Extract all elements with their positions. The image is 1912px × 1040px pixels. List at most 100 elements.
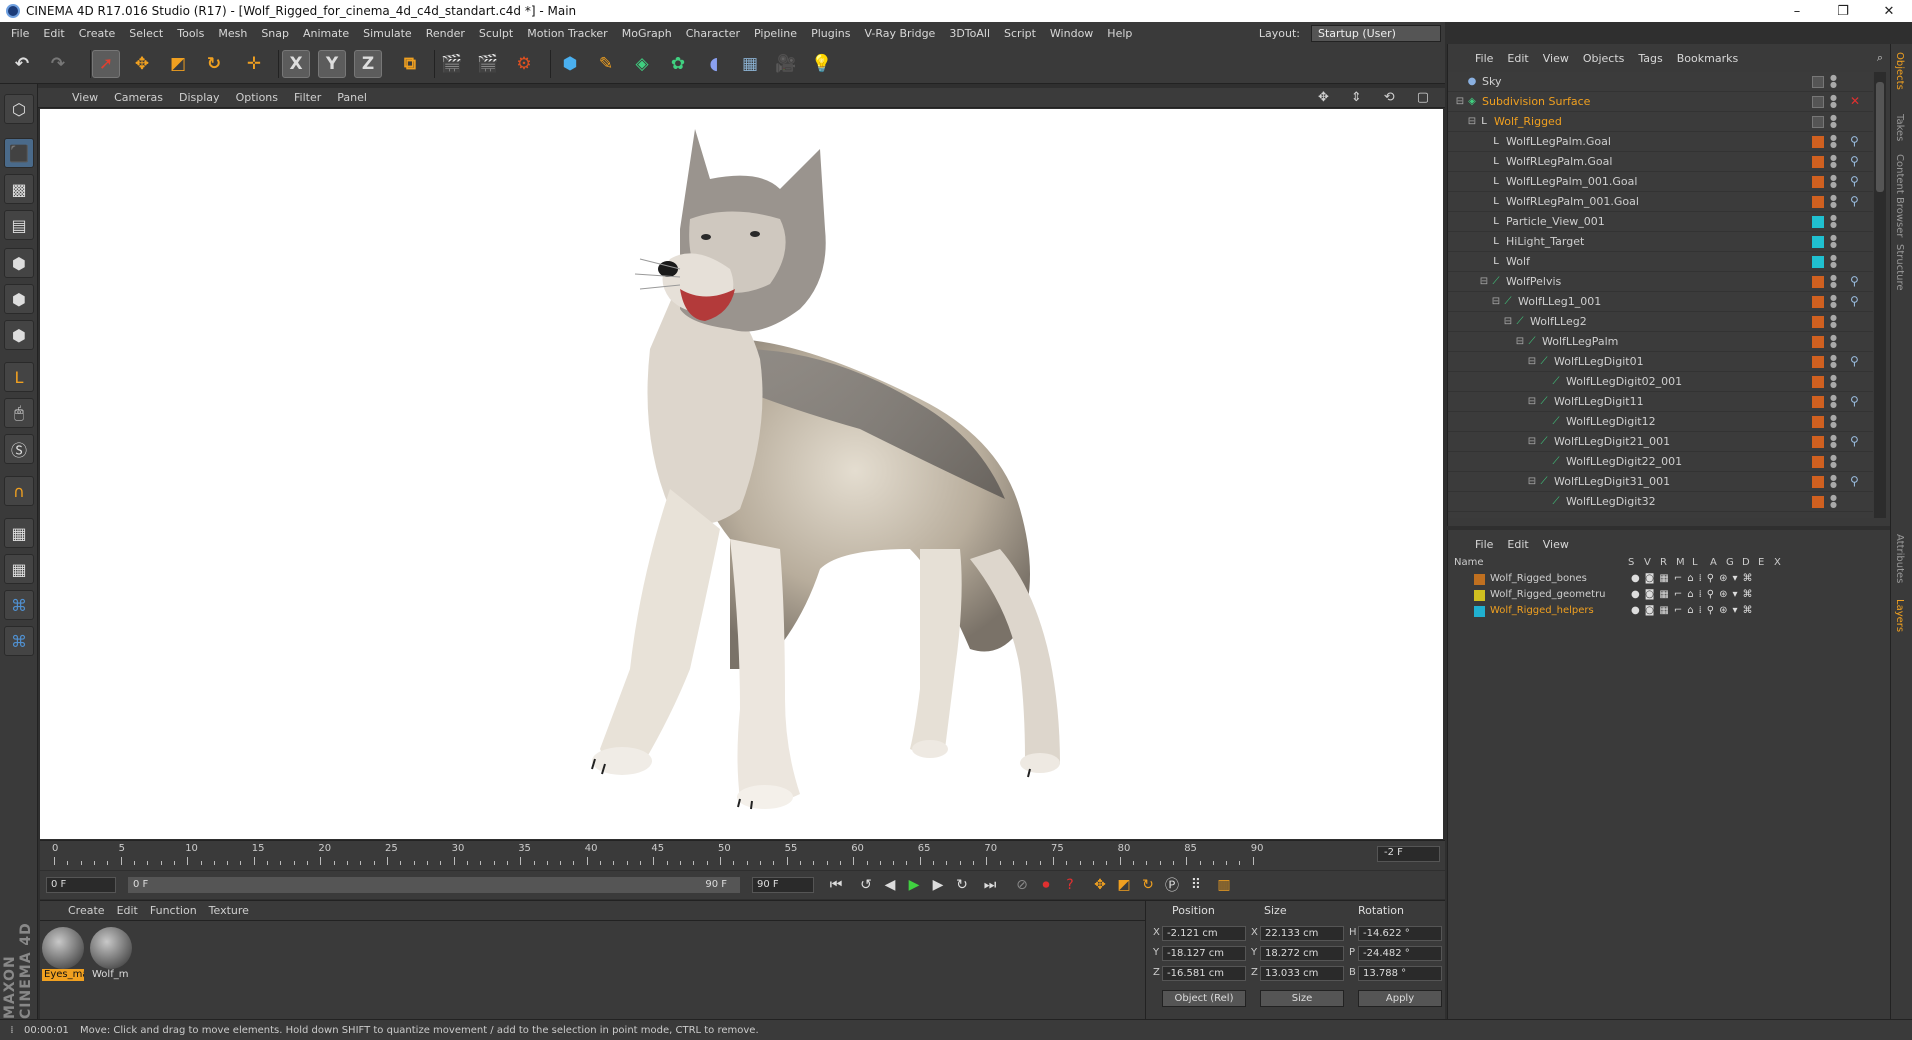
object-row[interactable]: ⊟ ⟋ WolfLLeg1_001 ● ● ⚲ bbox=[1448, 292, 1873, 312]
layer-color-tag[interactable] bbox=[1812, 496, 1824, 508]
solo-icon[interactable]: Ⓢ bbox=[4, 434, 34, 464]
viewport-menu-panel[interactable]: Panel bbox=[329, 91, 375, 104]
timeline-ruler[interactable]: 0 5 10 15 20 25 30 35 40 45 50 55 60 65 70 75 80 85 90 bbox=[40, 840, 1445, 870]
cloner-icon[interactable]: ✿ bbox=[664, 50, 692, 78]
visibility-dots-icon[interactable]: ● ● bbox=[1830, 94, 1837, 109]
layer-color-tag[interactable] bbox=[1812, 396, 1824, 408]
orbit-icon[interactable]: ⟲ bbox=[1376, 90, 1403, 105]
visibility-dots-icon[interactable]: ● ● bbox=[1830, 154, 1837, 169]
texture-mode-icon[interactable]: ▩ bbox=[4, 174, 34, 204]
edges-mode-icon[interactable]: ⬢ bbox=[4, 284, 34, 314]
visibility-dots-icon[interactable]: ● ● bbox=[1830, 334, 1837, 349]
layer-color-swatch[interactable] bbox=[1474, 574, 1485, 585]
ik-tag-icon[interactable]: ⚲ bbox=[1850, 174, 1859, 188]
menu-3dtoall[interactable]: 3DToAll bbox=[942, 27, 997, 40]
layer-color-tag[interactable] bbox=[1812, 476, 1824, 488]
light-icon[interactable]: 💡 bbox=[808, 50, 836, 78]
python-script-icon[interactable]: ⌘ bbox=[4, 626, 34, 656]
menu-script[interactable]: Script bbox=[997, 27, 1043, 40]
material-menu-function[interactable]: Function bbox=[144, 904, 203, 917]
object-row[interactable]: ⟋ WolfLLegDigit32 ● ● bbox=[1448, 492, 1873, 512]
visibility-dots-icon[interactable]: ● ● bbox=[1830, 314, 1837, 329]
object-row[interactable]: ⟋ WolfLLegDigit02_001 ● ● bbox=[1448, 372, 1873, 392]
layer-color-tag[interactable] bbox=[1812, 256, 1824, 268]
object-row[interactable]: ● Sky ● ● bbox=[1448, 72, 1873, 92]
object-row[interactable]: ⊟ ⟋ WolfLLegDigit01 ● ● ⚲ bbox=[1448, 352, 1873, 372]
layer-row[interactable]: Wolf_Rigged_helpers ●◙▦⌐⌂⁞⚲⊛▾⌘ bbox=[1448, 604, 1891, 619]
render-picture-icon[interactable]: 🎬 bbox=[474, 50, 502, 78]
layer-color-tag[interactable] bbox=[1812, 196, 1824, 208]
object-tree[interactable]: ● Sky ● ● ⊟ ◈ Subdivision Surface ● ● ✕ ⊟ L Wolf_Rig… bbox=[1448, 72, 1873, 518]
object-row[interactable]: ⊟ ◈ Subdivision Surface ● ● ✕ bbox=[1448, 92, 1873, 112]
visibility-dots-icon[interactable]: ● ● bbox=[1830, 254, 1837, 269]
menu-pipeline[interactable]: Pipeline bbox=[747, 27, 804, 40]
layer-color-swatch[interactable] bbox=[1474, 590, 1485, 601]
object-row[interactable]: L Wolf ● ● bbox=[1448, 252, 1873, 272]
object-row[interactable]: ⊟ ⟋ WolfLLegDigit11 ● ● ⚲ bbox=[1448, 392, 1873, 412]
rot-h-field[interactable]: -14.622 ° bbox=[1358, 926, 1442, 941]
apply-button[interactable]: Apply bbox=[1358, 990, 1442, 1007]
scale-icon[interactable]: ◩ bbox=[164, 50, 192, 78]
visibility-dots-icon[interactable]: ● ● bbox=[1830, 354, 1837, 369]
ik-tag-icon[interactable]: ⚲ bbox=[1850, 154, 1859, 168]
lock-workplane-icon[interactable]: ▦ bbox=[4, 518, 34, 548]
3d-viewport[interactable] bbox=[40, 109, 1443, 839]
layer-color-tag[interactable] bbox=[1812, 176, 1824, 188]
menu-tools[interactable]: Tools bbox=[170, 27, 211, 40]
subdivision-icon[interactable]: ◈ bbox=[628, 50, 656, 78]
key-rotation-icon[interactable]: ↻ bbox=[1136, 873, 1160, 897]
layer-color-tag[interactable] bbox=[1812, 216, 1824, 228]
layer-color-swatch[interactable] bbox=[1474, 606, 1485, 617]
record-keys-icon[interactable]: ⊘ bbox=[1010, 873, 1034, 897]
rot-p-field[interactable]: -24.482 ° bbox=[1358, 946, 1442, 961]
object-menu-file[interactable]: File bbox=[1468, 52, 1500, 65]
current-frame-field[interactable]: -2 F bbox=[1377, 846, 1440, 862]
tab-content-browser[interactable]: Content Browser bbox=[1894, 154, 1905, 237]
material-swatch[interactable]: Wolf_m bbox=[90, 927, 132, 980]
key-param-icon[interactable]: Ⓟ bbox=[1160, 873, 1184, 897]
layer-color-tag[interactable] bbox=[1812, 336, 1824, 348]
visibility-dots-icon[interactable]: ● ● bbox=[1830, 494, 1837, 509]
deformer-icon[interactable]: ◖ bbox=[700, 50, 728, 78]
object-menu-view[interactable]: View bbox=[1536, 52, 1576, 65]
menu-character[interactable]: Character bbox=[679, 27, 747, 40]
pos-x-field[interactable]: -2.121 cm bbox=[1162, 926, 1246, 941]
visibility-dots-icon[interactable]: ● ● bbox=[1830, 374, 1837, 389]
object-row[interactable]: ⟋ WolfLLegDigit12 ● ● bbox=[1448, 412, 1873, 432]
floor-icon[interactable]: ▦ bbox=[736, 50, 764, 78]
object-row[interactable]: L WolfLLegPalm_001.Goal ● ● ⚲ bbox=[1448, 172, 1873, 192]
next-key-icon[interactable]: ↻ bbox=[950, 873, 974, 897]
z-axis-icon[interactable]: Z bbox=[354, 50, 382, 78]
timeline-window-icon[interactable]: ▥ bbox=[1212, 873, 1236, 897]
coordinate-system-icon[interactable]: ⧉ bbox=[396, 50, 424, 78]
key-position-icon[interactable]: ✥ bbox=[1088, 873, 1112, 897]
camera-icon[interactable]: 🎥 bbox=[772, 50, 800, 78]
tab-takes[interactable]: Takes bbox=[1894, 114, 1905, 141]
layer-color-tag[interactable] bbox=[1812, 356, 1824, 368]
visibility-dots-icon[interactable]: ● ● bbox=[1830, 274, 1837, 289]
tab-objects[interactable]: Objects bbox=[1894, 52, 1905, 90]
material-menu-texture[interactable]: Texture bbox=[203, 904, 255, 917]
object-menu-edit[interactable]: Edit bbox=[1500, 52, 1535, 65]
menu-animate[interactable]: Animate bbox=[296, 27, 356, 40]
layer-flag-icons[interactable]: ●◙▦⌐⌂⁞⚲⊛▾⌘ bbox=[1631, 605, 1758, 616]
layer-color-tag[interactable] bbox=[1812, 416, 1824, 428]
visibility-dots-icon[interactable]: ● ● bbox=[1830, 454, 1837, 469]
snap-icon[interactable]: ∩ bbox=[4, 476, 34, 506]
y-axis-icon[interactable]: Y bbox=[318, 50, 346, 78]
key-scale-icon[interactable]: ◩ bbox=[1112, 873, 1136, 897]
layer-flag-icons[interactable]: ●◙▦⌐⌂⁞⚲⊛▾⌘ bbox=[1631, 573, 1758, 584]
ik-tag-icon[interactable]: ⚲ bbox=[1850, 394, 1859, 408]
layer-color-tag[interactable] bbox=[1812, 276, 1824, 288]
menu-vray-bridge[interactable]: V-Ray Bridge bbox=[857, 27, 942, 40]
layout-dropdown[interactable]: Startup (User) bbox=[1311, 24, 1441, 42]
tab-attributes[interactable]: Attributes bbox=[1894, 534, 1905, 583]
layer-color-tag[interactable] bbox=[1812, 156, 1824, 168]
x-axis-icon[interactable]: X bbox=[282, 50, 310, 78]
model-mode-icon[interactable]: ⬛ bbox=[4, 138, 34, 168]
autokey-icon[interactable]: ? bbox=[1058, 873, 1082, 897]
viewport-menu-display[interactable]: Display bbox=[171, 91, 228, 104]
object-row[interactable]: ⊟ L Wolf_Rigged ● ● bbox=[1448, 112, 1873, 132]
menu-mesh[interactable]: Mesh bbox=[211, 27, 254, 40]
visibility-dots-icon[interactable]: ● ● bbox=[1830, 114, 1837, 129]
